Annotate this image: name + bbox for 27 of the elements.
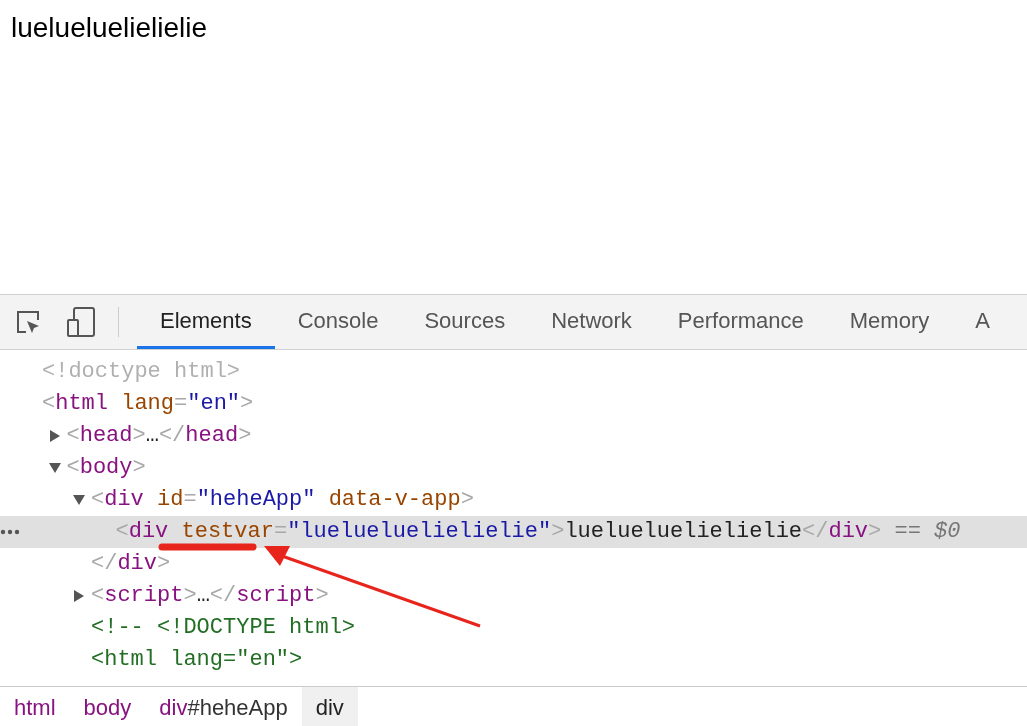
devtools-tab[interactable]: Sources [401, 295, 529, 349]
collapse-triangle-icon[interactable] [48, 462, 61, 474]
dom-node-line[interactable]: <script>…</script> [91, 581, 329, 611]
breadcrumb-item[interactable]: div [301, 687, 358, 726]
dom-node-line[interactable]: <head>…</head> [66, 421, 252, 451]
devtools-tab[interactable]: Elements [137, 295, 275, 349]
breadcrumb-item[interactable]: body [69, 687, 146, 726]
breadcrumb-item[interactable]: html [0, 687, 70, 726]
expand-triangle-icon[interactable] [73, 590, 85, 602]
devtools-tab[interactable]: Console [274, 295, 402, 349]
dom-node-line[interactable]: <!-- <!DOCTYPE html> [91, 613, 356, 643]
dom-node-line[interactable]: </div> [91, 549, 171, 579]
devtools-tab[interactable]: Performance [654, 295, 827, 349]
breadcrumb-item[interactable]: div#heheApp [145, 687, 302, 726]
dom-node-line[interactable]: <div id="heheApp" data-v-app> [91, 485, 474, 515]
expand-triangle-icon[interactable] [48, 430, 61, 442]
devtools-tab[interactable]: Memory [826, 295, 953, 349]
devtools-tab[interactable]: A [952, 295, 1013, 349]
dom-node-line[interactable]: <html lang="en"> [42, 389, 254, 419]
dom-node-line[interactable]: <body> [66, 453, 146, 483]
device-icon[interactable] [66, 306, 96, 338]
dom-node-line[interactable]: <html lang="en"> [91, 645, 303, 675]
devtools-tab[interactable]: Network [528, 295, 655, 349]
collapse-triangle-icon[interactable] [73, 494, 85, 506]
more-icon[interactable] [0, 529, 20, 535]
inspect-icon[interactable] [14, 308, 42, 336]
page-text: luelueluelielielie [11, 12, 208, 44]
